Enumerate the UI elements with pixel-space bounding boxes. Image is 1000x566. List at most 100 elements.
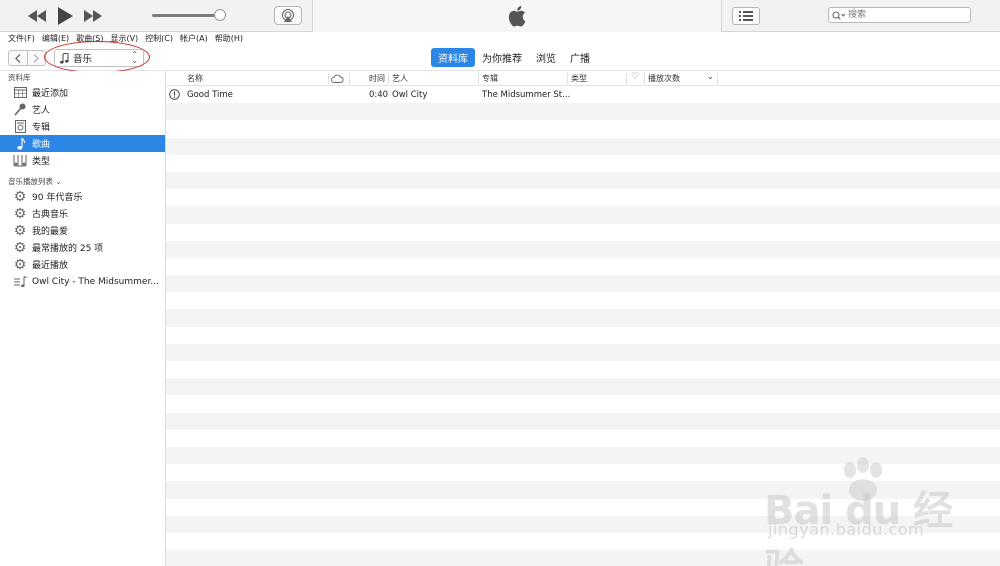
sidebar-item-90s-music[interactable]: ⚙ 90 年代音乐 (0, 188, 165, 205)
sidebar-item-songs[interactable]: 歌曲 (0, 135, 165, 152)
chevron-right-icon (33, 53, 40, 63)
gear-icon: ⚙ (13, 222, 27, 239)
tab-browse[interactable]: 浏览 (529, 48, 563, 67)
column-genre[interactable]: 类型 (571, 73, 587, 84)
column-divider (349, 73, 350, 84)
updown-chevron-icon: ⌃ ⌄ (131, 50, 138, 65)
column-divider (388, 73, 389, 84)
alert-icon[interactable] (169, 89, 180, 100)
empty-row (166, 378, 1000, 396)
column-name[interactable]: 名称 (187, 73, 203, 84)
airplay-button[interactable] (274, 6, 302, 25)
column-time[interactable]: 时间 (369, 73, 385, 84)
gear-icon: ⚙ (13, 239, 27, 256)
icloud-icon[interactable] (331, 74, 344, 83)
toolbar-right (722, 0, 1000, 32)
menu-file[interactable]: 文件(F) (8, 33, 35, 44)
tab-for-you[interactable]: 为你推荐 (475, 48, 529, 67)
back-button[interactable] (9, 51, 28, 65)
empty-row (166, 481, 1000, 499)
volume-slider[interactable] (152, 14, 220, 17)
sidebar-item-recently-added[interactable]: 最近添加 (0, 84, 165, 101)
playlists-heading[interactable]: 音乐播放列表 ⌄ (0, 175, 165, 188)
sidebar-item-recently-played[interactable]: ⚙ 最近播放 (0, 256, 165, 273)
sidebar-item-genres[interactable]: 类型 (0, 152, 165, 169)
menu-account[interactable]: 帐户(A) (180, 33, 208, 44)
sidebar-item-artists[interactable]: 艺人 (0, 101, 165, 118)
menu-bar: 文件(F) 编辑(E) 歌曲(S) 显示(V) 控制(C) 帐户(A) 帮助(H… (0, 32, 1000, 45)
heart-icon[interactable]: ♡ (631, 72, 639, 82)
empty-row (166, 430, 1000, 447)
play-button[interactable] (54, 6, 76, 26)
column-divider (478, 73, 479, 84)
column-divider (717, 73, 718, 84)
column-divider (626, 73, 627, 84)
empty-row (166, 224, 1000, 241)
empty-row (166, 550, 1000, 566)
menu-song[interactable]: 歌曲(S) (76, 33, 103, 44)
empty-row (166, 155, 1000, 172)
column-divider (644, 73, 645, 84)
rewind-button[interactable] (26, 6, 48, 26)
column-plays[interactable]: 播放次数 (648, 73, 680, 84)
empty-row (166, 327, 1000, 344)
genre-icon (12, 154, 28, 168)
play-icon (58, 7, 73, 25)
sidebar-item-my-favorites[interactable]: ⚙ 我的最爱 (0, 222, 165, 239)
album-icon (12, 120, 28, 134)
empty-row (166, 120, 1000, 137)
search-box[interactable] (828, 7, 971, 23)
empty-row (166, 275, 1000, 293)
empty-row (166, 412, 1000, 430)
search-icon (832, 10, 846, 20)
column-divider (328, 73, 329, 84)
menu-controls[interactable]: 控制(C) (145, 33, 173, 44)
column-header-row: 名称 时间 艺人 专辑 类型 ♡ 播放次数 ⌄ (166, 71, 1000, 86)
table-row[interactable]: Good Time 0:40 Owl City The Midsummer St… (166, 86, 1000, 103)
fast-forward-icon (84, 10, 102, 22)
song-artist: Owl City (392, 90, 428, 100)
status-display (312, 0, 722, 32)
column-artist[interactable]: 艺人 (392, 73, 408, 84)
menu-help[interactable]: 帮助(H) (215, 33, 243, 44)
empty-row (166, 499, 1000, 516)
song-album: The Midsummer St... (482, 90, 571, 100)
search-input[interactable] (848, 8, 958, 22)
menu-view[interactable]: 显示(V) (110, 33, 138, 44)
column-album[interactable]: 专辑 (482, 73, 498, 84)
media-kind-select[interactable]: 音乐 ⌃ ⌄ (54, 49, 144, 67)
empty-row (166, 515, 1000, 533)
tab-library[interactable]: 资料库 (431, 48, 475, 67)
sidebar-item-owl-city-playlist[interactable]: Owl City - The Midsummer... (0, 273, 165, 290)
volume-knob[interactable] (214, 9, 226, 21)
sidebar-item-classical-music[interactable]: ⚙ 古典音乐 (0, 205, 165, 222)
sidebar-item-albums[interactable]: 专辑 (0, 118, 165, 135)
sort-descending-icon[interactable]: ⌄ (707, 72, 714, 81)
sidebar-item-label: 艺人 (32, 106, 51, 116)
menu-edit[interactable]: 编辑(E) (42, 33, 69, 44)
empty-row (166, 137, 1000, 155)
empty-row (166, 464, 1000, 481)
library-heading: 资料库 (8, 73, 31, 82)
sidebar-item-label: 最近播放 (32, 261, 69, 271)
empty-row (166, 446, 1000, 465)
sidebar-item-label: Owl City - The Midsummer... (32, 276, 159, 287)
player-bar (0, 0, 1000, 32)
forward-button[interactable] (28, 51, 46, 65)
tab-radio[interactable]: 广播 (563, 48, 597, 67)
empty-row (166, 258, 1000, 275)
sidebar-item-label: 90 年代音乐 (32, 193, 83, 203)
playback-controls (0, 0, 312, 32)
gear-icon: ⚙ (13, 205, 27, 222)
song-list: 名称 时间 艺人 专辑 类型 ♡ 播放次数 ⌄ Good Time 0:40 O… (166, 71, 1000, 566)
sidebar-item-label: 最近添加 (32, 89, 69, 99)
apple-logo-icon (508, 5, 526, 27)
sidebar-item-label: 专辑 (32, 123, 51, 133)
sidebar-item-top-25[interactable]: ⚙ 最常播放的 25 项 (0, 239, 165, 256)
empty-row (166, 171, 1000, 190)
empty-row (166, 395, 1000, 412)
up-next-button[interactable] (732, 7, 760, 25)
empty-row (166, 240, 1000, 258)
fast-forward-button[interactable] (82, 6, 104, 26)
playlist-icon (12, 275, 28, 289)
